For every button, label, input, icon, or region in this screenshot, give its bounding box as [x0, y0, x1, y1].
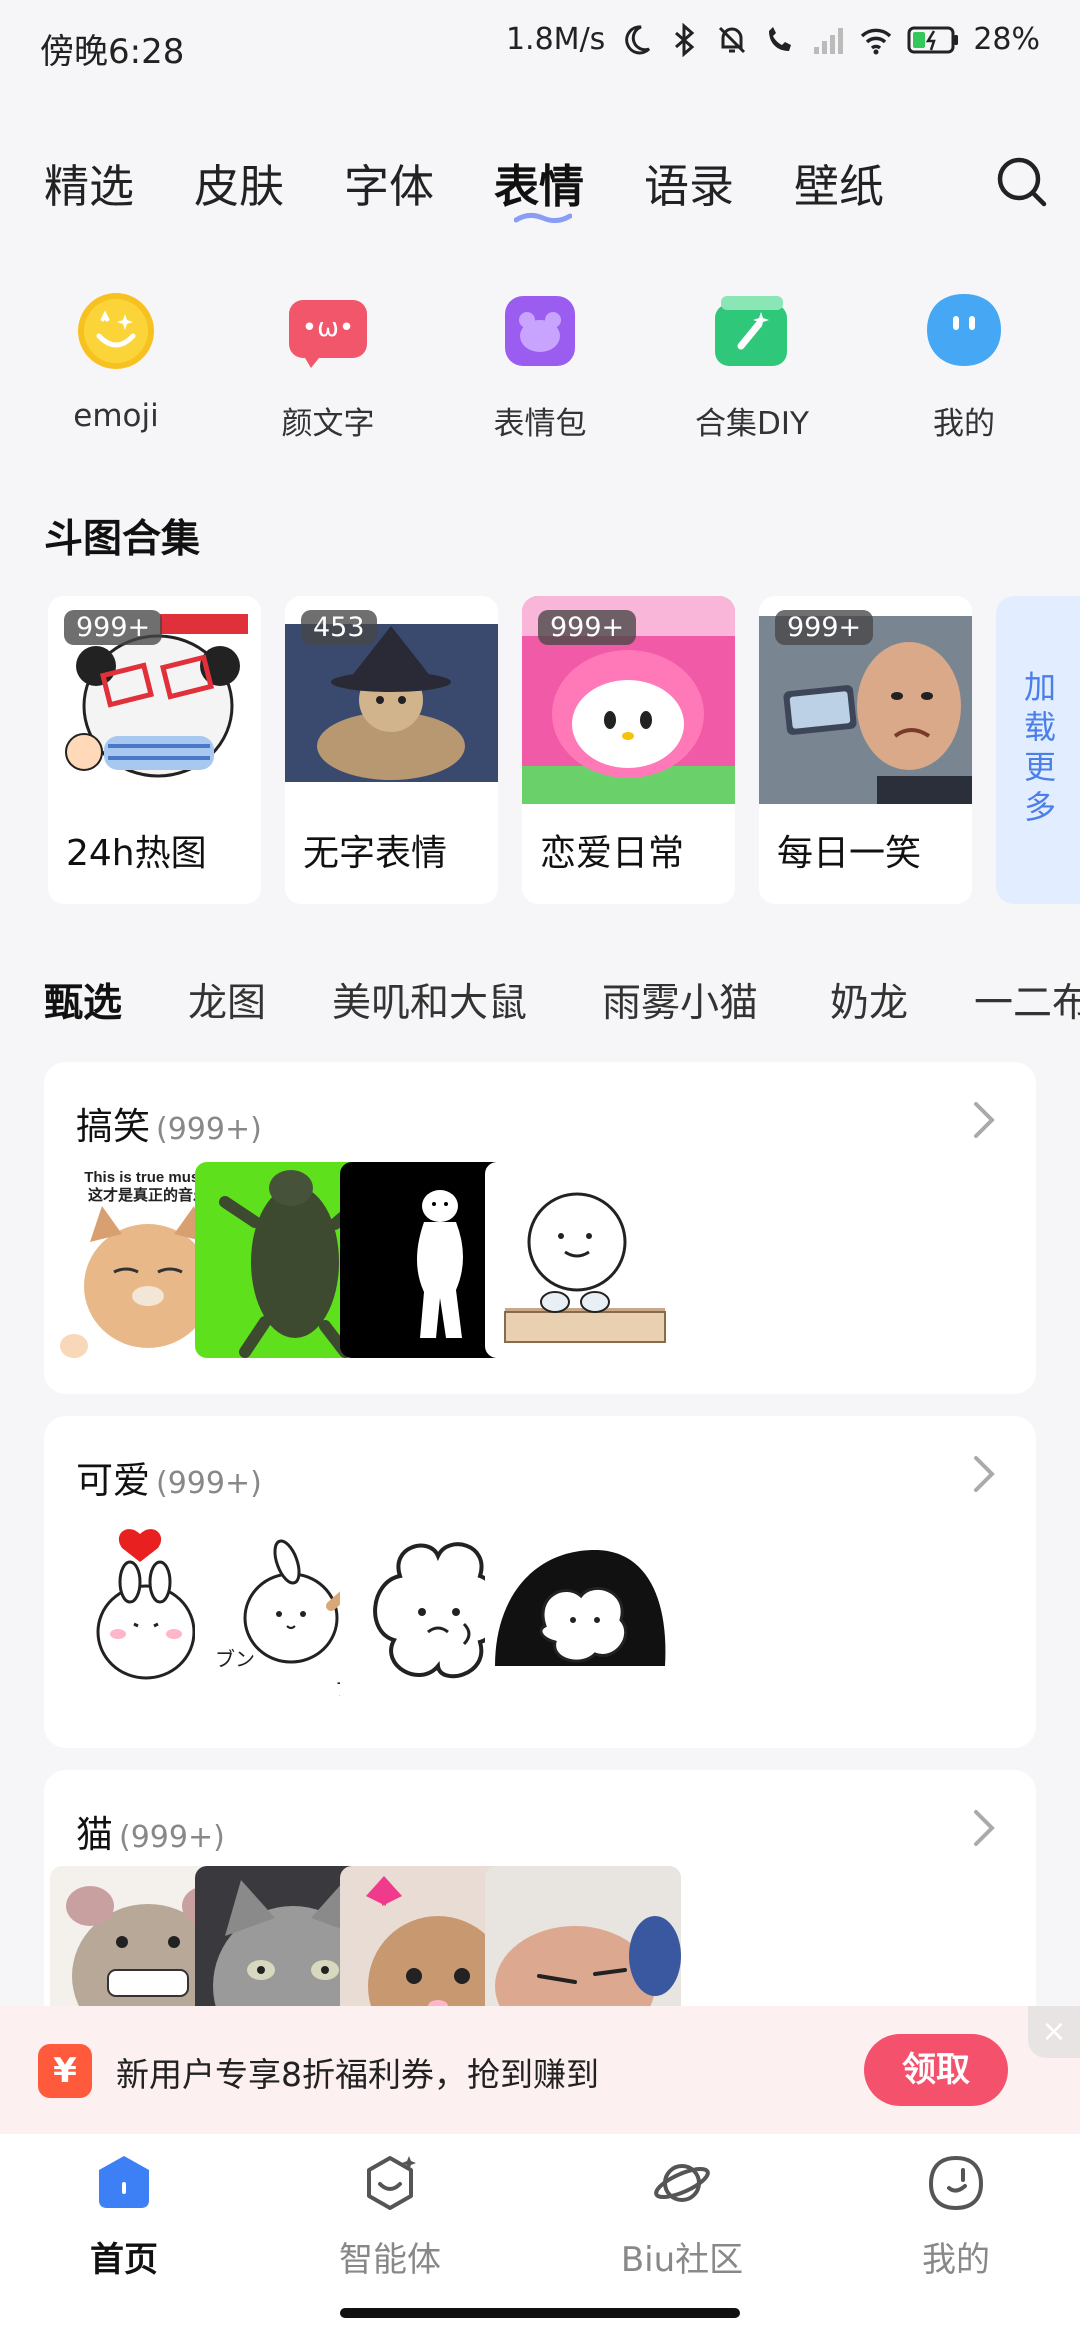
profile-icon	[928, 2155, 984, 2211]
tab-featured[interactable]: 精选	[44, 150, 134, 215]
chevron-right-icon[interactable]	[972, 1100, 996, 1140]
category-tab[interactable]: 美叽和大鼠	[332, 972, 527, 1028]
coupon-text: 新用户专享8折福利券，抢到赚到	[116, 2055, 599, 2094]
wifi-icon	[861, 28, 892, 54]
sticker-thumb[interactable]	[485, 1162, 681, 1358]
section-title: 搞笑	[76, 1105, 150, 1148]
coupon-banner[interactable]: ¥ 新用户专享8折福利券，抢到赚到 领取 ×	[0, 2006, 1080, 2134]
doutu-section-title: 斗图合集	[44, 517, 201, 562]
section-count: (999+)	[119, 1820, 225, 1855]
shortcut-kaomoji[interactable]: •ω• 颜文字	[222, 290, 434, 443]
home-icon	[99, 2156, 149, 2208]
nav-community[interactable]: Biu社区	[582, 2152, 782, 2281]
nav-label: Biu社区	[620, 2240, 744, 2280]
nav-home[interactable]: 首页	[24, 2152, 224, 2281]
sticker-image	[485, 1162, 681, 1358]
emoticon-shortcuts: emoji •ω• 颜文字 表情包 合集DIY 我的	[0, 290, 1080, 460]
network-speed: 1.8M/s	[505, 22, 606, 57]
shortcut-label: 表情包	[493, 406, 587, 442]
card-label: 24h热图	[66, 833, 207, 874]
diy-collection-icon	[715, 296, 787, 366]
tab-skin[interactable]: 皮肤	[194, 150, 284, 215]
shortcut-emoji[interactable]: emoji	[10, 290, 222, 434]
shortcut-label: 颜文字	[281, 406, 375, 442]
nav-label: 首页	[90, 2240, 158, 2280]
doutu-card[interactable]: 453 无字表情	[285, 596, 498, 904]
shortcut-label: 我的	[933, 406, 995, 442]
moon-icon	[625, 24, 651, 54]
nav-label: 我的	[922, 2240, 990, 2280]
kaomoji-icon: •ω•	[289, 300, 367, 368]
svg-text:ブン: ブン	[215, 1647, 255, 1671]
section-header: 猫 (999+)	[76, 1804, 225, 1858]
section-count: (999+)	[156, 1466, 262, 1501]
section-title: 可爱	[76, 1459, 150, 1502]
status-right: 1.8M/s 28%	[506, 22, 1040, 57]
doutu-card[interactable]: 999+ 24h热图	[48, 596, 261, 904]
category-tabs: 甄选 龙图 美叽和大鼠 雨雾小猫 奶龙 一二布	[44, 972, 1080, 1032]
doutu-card[interactable]: 999+ 恋爱日常	[522, 596, 735, 904]
chevron-right-icon[interactable]	[972, 1454, 996, 1494]
category-tab[interactable]: 一二布	[974, 972, 1080, 1028]
battery-percent: 28%	[973, 22, 1040, 57]
card-label: 每日一笑	[777, 833, 922, 874]
claim-coupon-button[interactable]: 领取	[864, 2034, 1008, 2106]
tab-quotes[interactable]: 语录	[644, 150, 734, 215]
section-header: 可爱 (999+)	[76, 1450, 262, 1504]
signal-icon	[814, 27, 844, 54]
nav-profile[interactable]: 我的	[856, 2152, 1056, 2281]
shortcut-label: 合集DIY	[695, 406, 809, 442]
top-tabs: 精选 皮肤 字体 表情 语录 壁纸	[44, 150, 1044, 230]
emoji-face-icon	[78, 293, 154, 369]
tab-wallpaper[interactable]: 壁纸	[794, 150, 884, 215]
card-count-badge: 999+	[64, 610, 163, 645]
my-face-icon	[927, 294, 1001, 366]
planet-icon	[654, 2164, 710, 2202]
nav-agent[interactable]: 智能体	[290, 2152, 490, 2281]
shortcut-label: emoji	[73, 398, 159, 434]
section-header: 搞笑 (999+)	[76, 1096, 262, 1150]
doutu-carousel: 999+ 24h热图 453 无字表情 999+ 恋爱日常 999+ 每日一笑 …	[48, 596, 1080, 906]
nav-label: 智能体	[339, 2240, 441, 2280]
status-time: 傍晚6:28	[40, 32, 185, 72]
search-icon[interactable]	[992, 152, 1052, 212]
coupon-icon: ¥	[38, 2044, 92, 2098]
sticker-image	[485, 1516, 681, 1712]
card-count-badge: 453	[301, 610, 377, 645]
battery-icon	[907, 26, 959, 53]
svg-text:•ω•: •ω•	[302, 313, 354, 343]
shortcut-sticker-pack[interactable]: 表情包	[434, 290, 646, 443]
sticker-pack-icon	[505, 296, 575, 366]
mute-bell-icon	[719, 26, 746, 53]
agent-icon	[367, 2156, 416, 2210]
sticker-caption-line2: 这才是真正的音乐	[88, 1186, 208, 1204]
active-tab-indicator	[514, 212, 572, 224]
status-bar: 傍晚6:28 1.8M/s 28%	[0, 0, 1080, 92]
shortcut-diy[interactable]: 合集DIY	[646, 290, 858, 443]
home-indicator	[340, 2308, 740, 2318]
call-icon	[769, 26, 792, 51]
shortcut-my-stickers[interactable]: 我的	[858, 290, 1070, 443]
doutu-card[interactable]: 999+ 每日一笑	[759, 596, 972, 904]
chevron-right-icon[interactable]	[972, 1808, 996, 1848]
sticker-section-cute[interactable]: 可爱(999+) ブン ブン ブン	[44, 1416, 1036, 1748]
card-label: 恋爱日常	[540, 833, 685, 874]
tab-emoticons[interactable]: 表情	[494, 150, 584, 215]
sticker-caption-line1: This is true music	[84, 1169, 212, 1186]
load-more-button[interactable]: 加载更多	[996, 596, 1080, 904]
card-label: 无字表情	[303, 833, 448, 874]
close-icon[interactable]: ×	[1028, 2006, 1080, 2058]
sticker-section-funny[interactable]: 搞笑 (999+) This is true music 这才是真正的音乐	[44, 1062, 1036, 1394]
sticker-thumb[interactable]	[485, 1516, 681, 1712]
bluetooth-icon	[675, 22, 695, 57]
card-count-badge: 999+	[775, 610, 874, 645]
category-tab[interactable]: 甄选	[44, 972, 122, 1028]
section-count: (999+)	[156, 1112, 262, 1147]
tab-font[interactable]: 字体	[344, 150, 434, 215]
card-count-badge: 999+	[538, 610, 637, 645]
category-tab[interactable]: 龙图	[188, 972, 266, 1028]
category-tab[interactable]: 奶龙	[830, 972, 908, 1028]
category-tab[interactable]: 雨雾小猫	[602, 972, 758, 1028]
section-title: 猫	[76, 1813, 113, 1856]
